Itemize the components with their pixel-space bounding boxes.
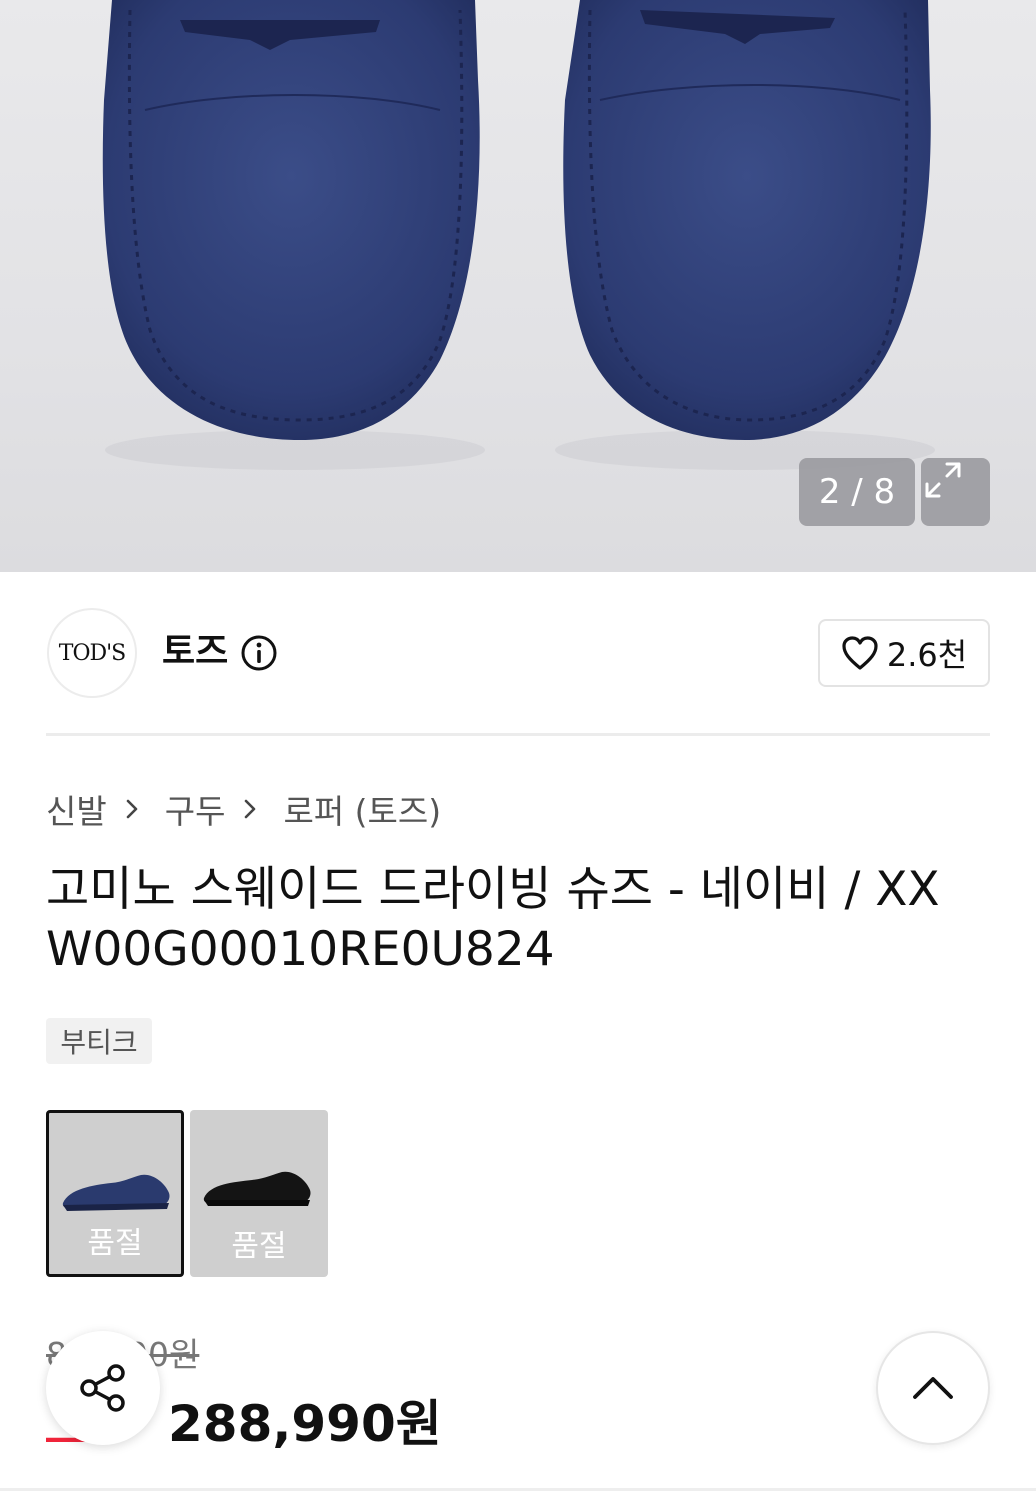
- color-option-navy[interactable]: 품절: [46, 1110, 184, 1277]
- sale-price: 288,990원: [168, 1395, 442, 1453]
- breadcrumb-item[interactable]: 신발: [46, 785, 107, 833]
- heart-outline-icon: [842, 636, 878, 670]
- color-option-black[interactable]: 품절: [190, 1110, 328, 1277]
- chevron-right-icon: [125, 786, 143, 832]
- breadcrumb: 신발 구두 로퍼 (토즈): [46, 786, 441, 832]
- image-counter: 2 / 8: [799, 458, 915, 526]
- product-title: 고미노 스웨이드 드라이빙 슈즈 - 네이비 / XX W00G00010RE0…: [46, 860, 996, 980]
- expand-button[interactable]: [921, 458, 990, 526]
- expand-arrows-icon: [925, 462, 961, 498]
- product-image-gallery[interactable]: 2 / 8: [0, 0, 1036, 572]
- scroll-top-button[interactable]: [876, 1331, 990, 1445]
- soldout-label: 품절: [231, 1229, 287, 1264]
- product-title-line: 고미노 스웨이드 드라이빙 슈즈 - 네이비 / XX: [46, 862, 940, 917]
- chevron-right-icon: [243, 786, 261, 832]
- breadcrumb-item[interactable]: 구두: [165, 785, 226, 833]
- divider: [46, 733, 990, 736]
- bottom-divider: [0, 1488, 1036, 1491]
- like-button[interactable]: 2.6천: [818, 619, 990, 687]
- brand-name[interactable]: 토즈: [162, 630, 228, 674]
- share-icon: [80, 1364, 125, 1412]
- share-button[interactable]: [46, 1331, 160, 1445]
- soldout-label: 품절: [87, 1226, 143, 1261]
- like-count: 2.6천: [886, 636, 968, 674]
- brand-logo[interactable]: TOD'S: [47, 608, 137, 698]
- product-code: W00G00010RE0U824: [46, 922, 555, 977]
- breadcrumb-item[interactable]: 로퍼 (토즈): [283, 785, 441, 833]
- boutique-tag: 부티크: [46, 1018, 152, 1064]
- chevron-up-icon: [913, 1377, 953, 1399]
- info-circle-icon[interactable]: [240, 634, 278, 672]
